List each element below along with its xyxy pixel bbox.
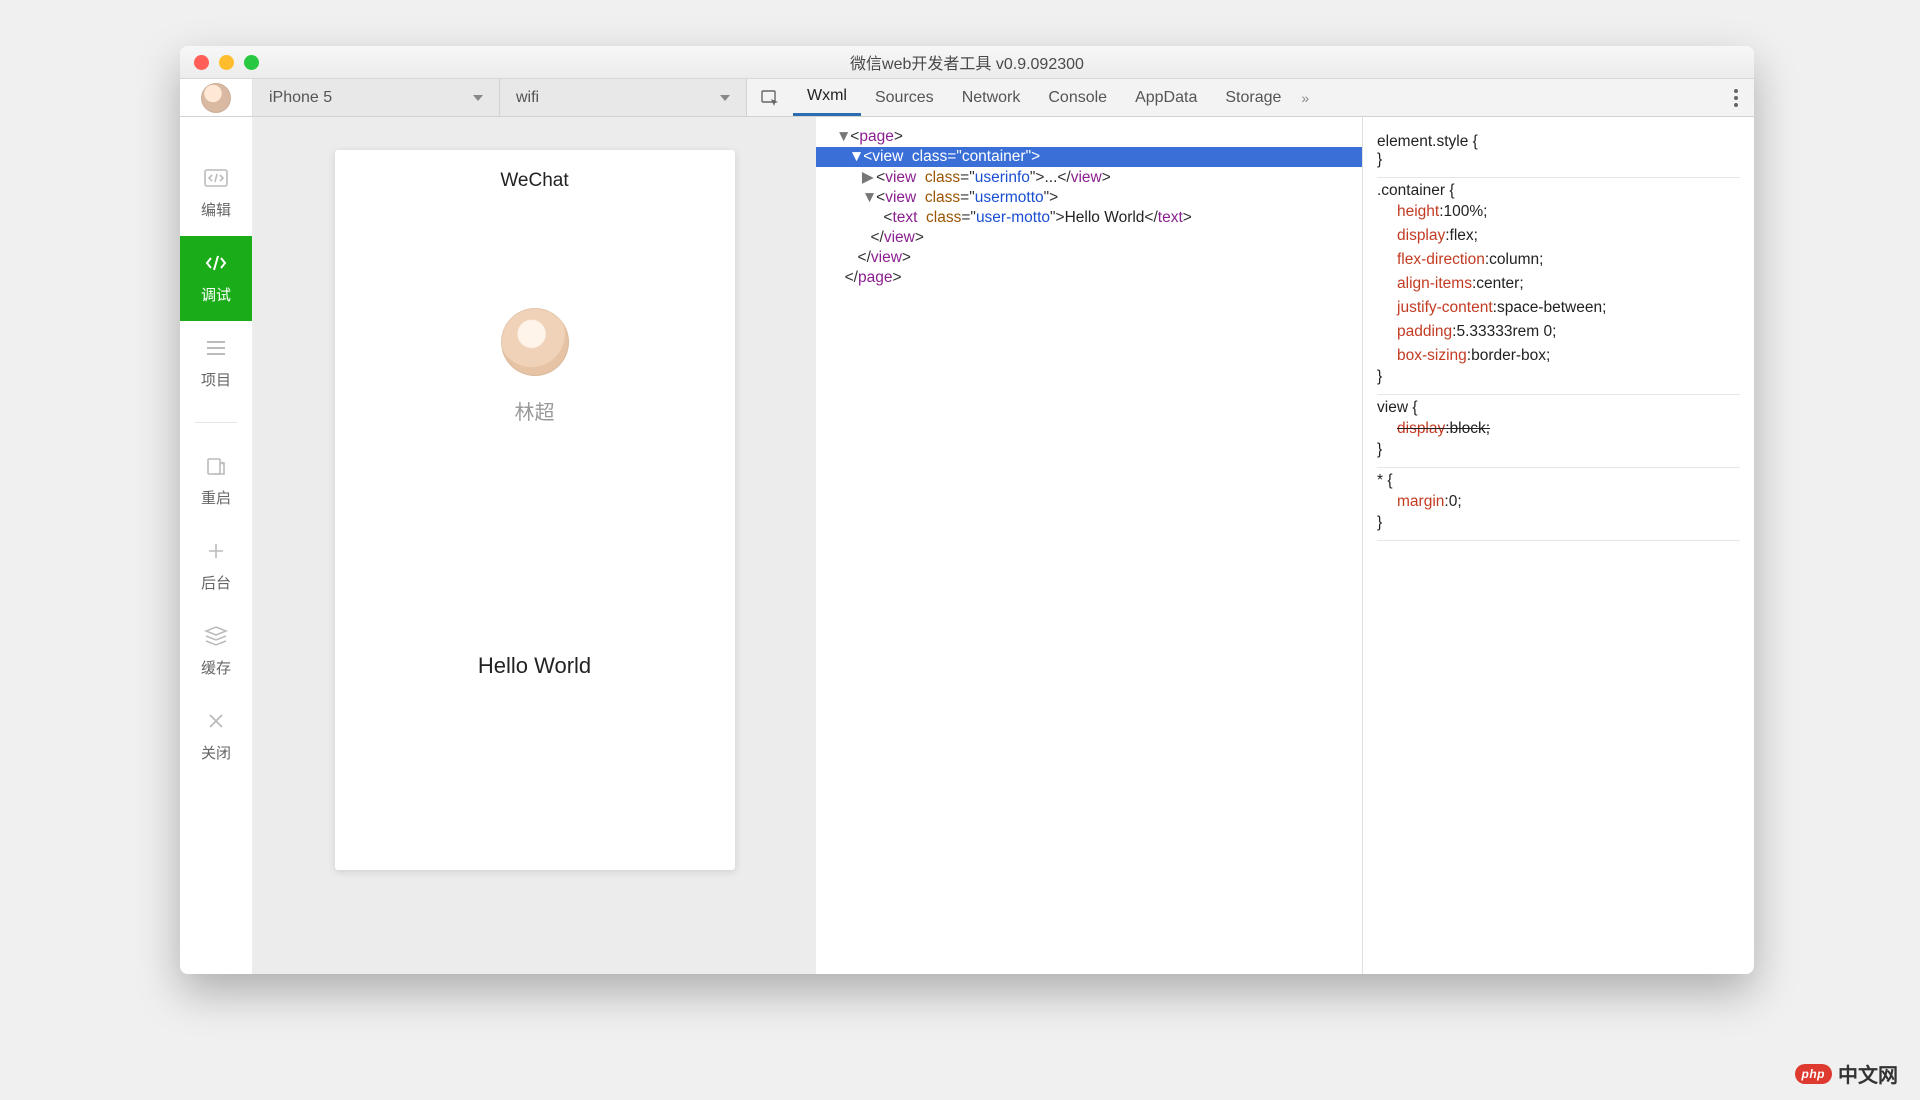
watermark-text: 中文网: [1838, 1059, 1898, 1088]
device-select-label: iPhone 5: [269, 89, 332, 107]
username: 林超: [515, 396, 555, 425]
titlebar: 微信web开发者工具 v0.9.092300: [180, 46, 1754, 79]
sidebar: 编辑 调试 项目 重启: [180, 117, 253, 974]
window-title: 微信web开发者工具 v0.9.092300: [180, 50, 1754, 74]
chevron-down-icon: [473, 95, 483, 101]
dom-tree[interactable]: ▼ <page> ▼ <view class="container"> ▶ <v…: [816, 117, 1362, 974]
layers-icon: [203, 623, 229, 649]
simulator-pane: WeChat 林超 Hello World: [253, 117, 816, 974]
sidebar-item-background[interactable]: 后台: [180, 524, 252, 609]
style-rule: .container { height:100%; display:flex; …: [1377, 178, 1740, 395]
sidebar-item-project[interactable]: 项目: [180, 321, 252, 406]
styles-pane[interactable]: element.style { } .container { height:10…: [1362, 117, 1754, 974]
divider: [195, 422, 237, 423]
style-rule: element.style { }: [1377, 129, 1740, 178]
watermark: php 中文网: [1795, 1059, 1899, 1088]
sidebar-item-cache[interactable]: 缓存: [180, 609, 252, 694]
user-avatar-icon: [201, 83, 231, 113]
element-picker-icon[interactable]: [757, 85, 783, 111]
sidebar-item-debug[interactable]: 调试: [180, 236, 252, 321]
sidebar-label: 编辑: [201, 199, 231, 220]
style-rule: view { display:block; }: [1377, 395, 1740, 468]
avatar-icon: [501, 308, 569, 376]
toolbar: iPhone 5 wifi Wxml Sources Network Conso…: [180, 79, 1754, 117]
style-rule: * { margin:0; }: [1377, 468, 1740, 541]
inspector-pane: ▼ <page> ▼ <view class="container"> ▶ <v…: [816, 117, 1754, 974]
devtools-tabs: Wxml Sources Network Console AppData Sto…: [747, 79, 1754, 116]
close-icon[interactable]: [194, 55, 209, 70]
sidebar-label: 关闭: [201, 742, 231, 763]
restart-icon: [203, 453, 229, 479]
user-avatar-cell[interactable]: [180, 79, 253, 116]
list-icon: [203, 335, 229, 361]
background-icon: [203, 538, 229, 564]
tabs-overflow-icon[interactable]: »: [1301, 90, 1309, 106]
sidebar-item-close[interactable]: 关闭: [180, 694, 252, 779]
motto-text: Hello World: [335, 653, 735, 679]
kebab-menu-icon[interactable]: [1734, 89, 1738, 107]
network-select-label: wifi: [516, 89, 539, 107]
minimize-icon[interactable]: [219, 55, 234, 70]
close-icon: [203, 708, 229, 734]
traffic-lights: [194, 55, 259, 70]
code-icon: [203, 165, 229, 191]
body: 编辑 调试 项目 重启: [180, 117, 1754, 974]
tab-sources[interactable]: Sources: [861, 79, 948, 116]
phone-frame: WeChat 林超 Hello World: [335, 150, 735, 870]
network-select[interactable]: wifi: [500, 79, 747, 116]
watermark-badge: php: [1795, 1064, 1833, 1084]
debug-icon: [203, 250, 229, 276]
tab-storage[interactable]: Storage: [1211, 79, 1295, 116]
sidebar-label: 调试: [201, 284, 231, 305]
app-window: 微信web开发者工具 v0.9.092300 iPhone 5 wifi Wxm…: [180, 46, 1754, 974]
sidebar-item-restart[interactable]: 重启: [180, 439, 252, 524]
tab-wxml[interactable]: Wxml: [793, 79, 861, 116]
chevron-down-icon: [720, 95, 730, 101]
sidebar-item-edit[interactable]: 编辑: [180, 151, 252, 236]
sidebar-label: 后台: [201, 572, 231, 593]
maximize-icon[interactable]: [244, 55, 259, 70]
sidebar-label: 项目: [201, 369, 231, 390]
sidebar-label: 缓存: [201, 657, 231, 678]
userinfo: 林超: [335, 308, 735, 425]
app-title: WeChat: [335, 150, 735, 200]
tab-console[interactable]: Console: [1034, 79, 1121, 116]
device-select[interactable]: iPhone 5: [253, 79, 500, 116]
sidebar-label: 重启: [201, 487, 231, 508]
tab-appdata[interactable]: AppData: [1121, 79, 1211, 116]
tab-network[interactable]: Network: [948, 79, 1035, 116]
